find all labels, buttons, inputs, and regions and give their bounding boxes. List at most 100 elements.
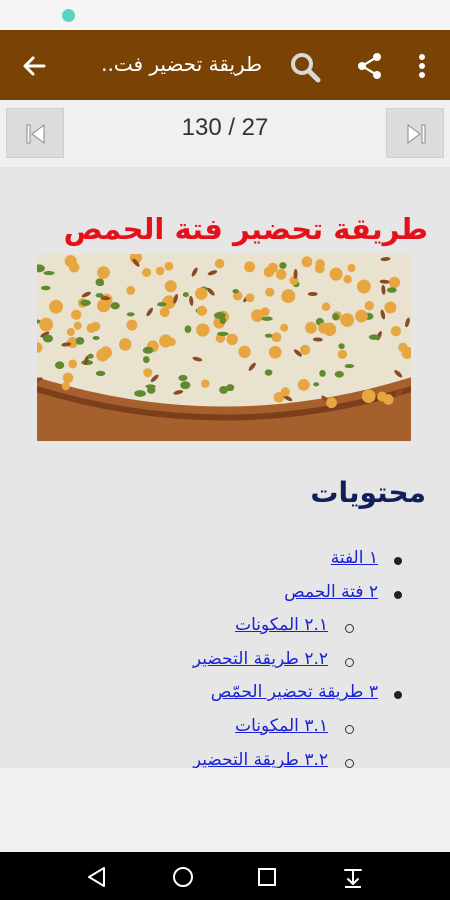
food-texture-dot [265,287,275,297]
table-of-contents: ١ الفتة ٢ فتة الحمص ٢.١ المكونات ٢.٢ طري… [0,546,450,768]
food-texture-dot [343,275,352,284]
food-texture-dot [238,345,251,359]
toc-link[interactable]: ٢ فتة الحمص [284,582,378,602]
food-texture-dot [355,309,368,323]
food-texture-dot [40,285,51,291]
food-texture-dot [180,381,191,390]
app-bar-title: طريقة تحضير فت.. [101,52,262,76]
toc-item: ٢.١ المكونات [0,613,450,647]
food-texture-dot [319,369,326,377]
food-texture-dot [195,287,208,300]
back-arrow-icon[interactable] [18,50,50,82]
recents-square-icon[interactable] [254,864,280,890]
first-page-icon [26,123,45,145]
notification-dot-icon [62,9,75,22]
toc-item: ١ الفتة [0,546,450,580]
food-texture-dot [90,321,101,332]
food-texture-dot [297,378,310,391]
food-texture-dot [143,368,153,378]
circle-bullet-icon [345,624,354,634]
status-bar [0,0,450,30]
food-texture-dot [201,379,210,388]
food-texture-dot [305,321,317,334]
food-texture-dot [92,335,100,341]
system-nav-bar [0,852,450,900]
food-texture-dot [184,325,192,334]
food-texture-dot [368,334,380,340]
food-texture-dot [66,327,75,336]
food-texture-dot [340,313,355,327]
circle-bullet-icon [345,724,354,734]
food-texture-dot [398,342,408,353]
food-texture-dot [337,349,348,359]
search-icon[interactable] [288,50,322,84]
food-texture-dot [97,298,111,313]
share-icon[interactable] [354,50,386,82]
more-vert-icon[interactable] [410,50,434,82]
toc-link[interactable]: ٣.٢ طريقة التحضير [193,750,328,768]
circle-bullet-icon [345,657,354,667]
food-texture-dot [275,269,287,280]
food-texture-dot [196,323,210,337]
food-texture-dot [87,353,94,359]
food-texture-dot [49,299,63,314]
food-texture-dot [271,332,282,343]
food-texture-dot [261,316,273,321]
food-texture-dot [145,384,156,389]
food-texture-dot [96,348,109,362]
first-page-button[interactable] [6,108,64,158]
food-texture-dot [377,391,387,402]
circle-bullet-icon [345,758,354,768]
food-texture-dot [226,384,235,392]
article-content[interactable]: طريقة تحضير فتة الحمص محتويات ١ الفتة ٢ … [0,168,450,768]
app-bar: طريقة تحضير فت.. [0,30,450,100]
toc-heading: محتويات [310,476,426,509]
food-texture-dot [268,345,282,359]
toc-item: ٢.٢ طريقة التحضير [0,647,450,681]
food-texture-dot [142,268,152,278]
food-texture-dot [97,266,110,280]
bullet-icon [394,691,402,700]
toc-link[interactable]: ٢.١ المكونات [235,615,328,635]
food-texture-dot [157,302,167,307]
food-texture-dot [196,305,207,316]
food-texture-dot [264,369,273,376]
food-texture-dot [68,359,78,369]
toc-item: ٢ فتة الحمص [0,580,450,614]
last-page-button[interactable] [386,108,444,158]
food-texture-dot [280,323,289,332]
food-texture-dot [384,301,397,314]
food-texture-dot [159,334,173,348]
pager-bar: 130 / 27 [0,100,450,168]
toc-item: ٣.٢ طريقة التحضير [0,748,450,768]
food-texture-dot [313,382,320,387]
food-texture-dot [301,256,313,268]
home-circle-icon[interactable] [170,864,196,890]
food-texture-dot [75,337,85,345]
toc-link[interactable]: ٢.٢ طريقة التحضير [193,649,328,669]
food-texture-dot [232,288,239,294]
toc-link[interactable]: ٣.١ المكونات [235,716,328,736]
toc-item: ٣ طريقة تحضير الحمّص [0,680,450,714]
food-texture-dot [143,356,150,364]
food-texture-dot [264,333,273,338]
food-texture-dot [280,387,290,397]
food-texture-dot [244,261,256,273]
food-texture-dot [279,262,287,269]
back-triangle-icon[interactable] [84,864,110,890]
download-icon[interactable] [340,864,366,890]
food-texture-dot [344,363,355,369]
food-texture-dot [178,374,188,381]
food-texture-dot [134,390,146,397]
toc-link[interactable]: ١ الفتة [331,548,378,568]
food-texture-dot [95,293,104,298]
food-texture-dot [62,372,74,384]
toc-link[interactable]: ٣ طريقة تحضير الحمّص [211,682,378,702]
blank-footer-area [0,768,450,852]
food-texture-dot [95,370,106,377]
food-texture-dot [42,334,54,343]
food-texture-dot [361,389,376,404]
food-texture-dot [80,299,91,306]
food-texture-dot [68,261,80,273]
food-texture-dot [126,319,138,331]
